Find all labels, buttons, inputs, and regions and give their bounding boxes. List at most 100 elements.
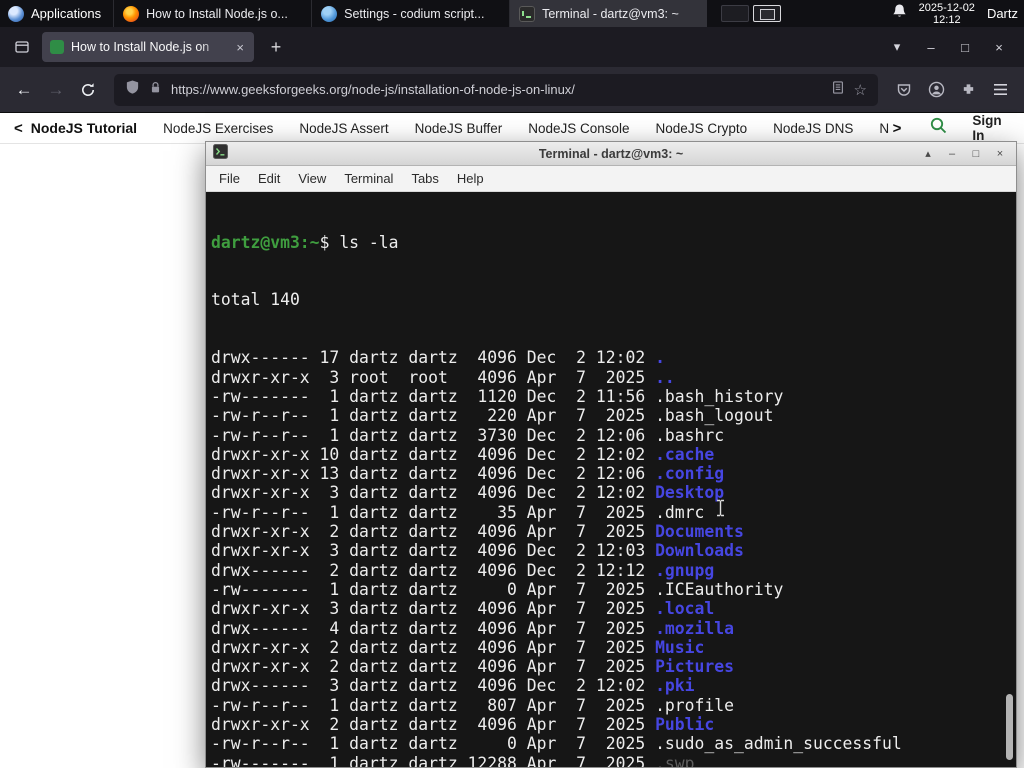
site-nav-link[interactable]: NodeJS Assert	[299, 121, 388, 136]
pocket-icon[interactable]	[888, 74, 920, 106]
geeksforgeeks-favicon	[50, 40, 64, 54]
terminal-close-button[interactable]: ×	[991, 145, 1009, 163]
nav-scroll-right-chevron[interactable]: >	[889, 120, 906, 137]
panel-status-area: 2025-12-02 12:12 Dartz	[892, 0, 1024, 27]
site-nav-link[interactable]: NodeJS Tutorial	[31, 120, 137, 136]
menu-tabs[interactable]: Tabs	[411, 171, 438, 186]
settings-icon	[321, 5, 338, 22]
terminal-output-line: -rw-r--r-- 1 dartz dartz 0 Apr 7 2025 .s…	[211, 734, 902, 754]
reader-mode-icon[interactable]	[831, 80, 845, 100]
terminal-output-line: -rw-r--r-- 1 dartz dartz 807 Apr 7 2025 …	[211, 695, 735, 715]
terminal-titlebar[interactable]: Terminal - dartz@vm3: ~ ▴ – □ ×	[206, 142, 1016, 166]
browser-tab[interactable]: How to Install Node.js on ×	[42, 32, 254, 62]
site-nav-right: > Sign In	[889, 113, 1014, 143]
site-nav-link[interactable]: NodeJS Console	[528, 121, 629, 136]
extensions-puzzle-icon[interactable]	[952, 74, 984, 106]
terminal-output-line: drwxr-xr-x 2 dartz dartz 4096 Apr 7 2025…	[211, 637, 705, 657]
window-maximize-button[interactable]: □	[948, 33, 982, 61]
menu-help[interactable]: Help	[457, 171, 484, 186]
terminal-content[interactable]: dartz@vm3:~$ ls -la total 140 drwx------…	[206, 192, 1016, 767]
clock-date: 2025-12-02	[918, 1, 975, 14]
window-task-list: How to Install Node.js o... Settings - co…	[113, 0, 708, 27]
prompt-command: ls -la	[339, 232, 399, 252]
workspace-cell-active[interactable]	[753, 5, 782, 22]
sign-in-button[interactable]: Sign In	[972, 113, 1014, 143]
applications-label: Applications	[31, 6, 102, 21]
menu-edit[interactable]: Edit	[258, 171, 280, 186]
user-menu[interactable]: Dartz	[987, 6, 1018, 21]
terminal-output-line: drwxr-xr-x 2 dartz dartz 4096 Apr 7 2025…	[211, 657, 735, 677]
site-nav-items: NodeJS Tutorial NodeJS Exercises NodeJS As…	[31, 120, 889, 136]
taskbar-button[interactable]: Settings - codium script...	[311, 0, 509, 27]
terminal-scrollbar-thumb[interactable]	[1006, 694, 1013, 760]
workspace-cell[interactable]	[721, 5, 750, 22]
new-tab-button[interactable]: +	[262, 33, 290, 61]
terminal-output-line: drwx------ 3 dartz dartz 4096 Dec 2 12:0…	[211, 676, 695, 696]
terminal-prompt-line: dartz@vm3:~$ ls -la	[211, 233, 1016, 252]
url-text[interactable]: https://www.geeksforgeeks.org/node-js/in…	[171, 82, 822, 97]
terminal-icon	[519, 5, 536, 22]
taskbar-button-label: Settings - codium script...	[344, 6, 485, 21]
site-nav-link[interactable]: NodeJS Buffer	[415, 121, 503, 136]
terminal-window-icon	[213, 143, 228, 164]
terminal-output-line: drwxr-xr-x 3 root root 4096 Apr 7 2025 .…	[211, 367, 675, 387]
applications-icon	[8, 5, 24, 22]
terminal-output-line: -rw-r--r-- 1 dartz dartz 3730 Dec 2 12:0…	[211, 425, 725, 445]
taskbar-button[interactable]: Terminal - dartz@vm3: ~	[509, 0, 708, 27]
prompt-user-host: dartz@vm3:~	[211, 232, 320, 252]
list-tabs-chevron-icon[interactable]: ▾	[880, 33, 914, 61]
account-icon[interactable]	[920, 74, 952, 106]
taskbar-button[interactable]: How to Install Node.js o...	[113, 0, 311, 27]
terminal-window-controls: ▴ – □ ×	[919, 145, 1009, 163]
tab-close-button[interactable]: ×	[234, 40, 246, 55]
search-icon[interactable]	[929, 116, 948, 140]
terminal-output-line: drwxr-xr-x 13 dartz dartz 4096 Dec 2 12:…	[211, 464, 725, 484]
navigation-toolbar: ← → https://www.geeksforgeeks.org/node-j…	[0, 67, 1024, 113]
site-nav-link[interactable]: NodeJS Exercises	[163, 121, 273, 136]
terminal-output-line: -rw-r--r-- 1 dartz dartz 220 Apr 7 2025 …	[211, 406, 774, 426]
bookmark-star-icon[interactable]: ☆	[854, 81, 867, 99]
terminal-output-line: drwx------ 4 dartz dartz 4096 Apr 7 2025…	[211, 618, 735, 638]
terminal-menubar: File Edit View Terminal Tabs Help	[206, 166, 1016, 192]
terminal-output-line: -rw------- 1 dartz dartz 12288 Apr 7 202…	[211, 753, 695, 767]
terminal-window: Terminal - dartz@vm3: ~ ▴ – □ × File Edi…	[205, 141, 1017, 768]
prompt-symbol: $	[319, 232, 340, 252]
window-close-button[interactable]: ×	[982, 33, 1016, 61]
menu-file[interactable]: File	[219, 171, 240, 186]
forward-button[interactable]: →	[40, 74, 72, 106]
site-nav-link[interactable]: NodeJS Crypto	[656, 121, 748, 136]
menu-view[interactable]: View	[298, 171, 326, 186]
terminal-output-line: drwxr-xr-x 3 dartz dartz 4096 Apr 7 2025…	[211, 599, 715, 619]
lock-icon[interactable]	[149, 80, 162, 100]
taskbar-button-label: How to Install Node.js o...	[146, 6, 288, 21]
window-minimize-button[interactable]: –	[914, 33, 948, 61]
terminal-output: drwx------ 17 dartz dartz 4096 Dec 2 12:…	[211, 348, 1016, 767]
menu-hamburger-icon[interactable]	[984, 74, 1016, 106]
terminal-summary-line: total 140	[211, 290, 300, 310]
site-subnav: < NodeJS Tutorial NodeJS Exercises NodeJS …	[0, 113, 1024, 144]
terminal-output-line: drwx------ 17 dartz dartz 4096 Dec 2 12:…	[211, 348, 665, 368]
terminal-minimize-button[interactable]: –	[943, 145, 961, 163]
workspace-switcher	[717, 0, 785, 27]
menu-terminal[interactable]: Terminal	[344, 171, 393, 186]
nav-scroll-left-chevron[interactable]: <	[10, 120, 27, 137]
terminal-output-line: drwx------ 2 dartz dartz 4096 Dec 2 12:1…	[211, 560, 715, 580]
tracking-shield-icon[interactable]	[125, 79, 140, 100]
reload-button[interactable]	[72, 74, 104, 106]
terminal-output-line: drwxr-xr-x 3 dartz dartz 4096 Dec 2 12:0…	[211, 483, 725, 503]
site-nav-link[interactable]: NodeJS DNS	[773, 121, 853, 136]
site-nav-link[interactable]: Node	[879, 121, 888, 136]
terminal-output-line: -rw------- 1 dartz dartz 1120 Dec 2 11:5…	[211, 386, 784, 406]
terminal-maximize-button[interactable]: □	[967, 145, 985, 163]
clock[interactable]: 2025-12-02 12:12	[919, 2, 975, 26]
tab-bar: How to Install Node.js on × + ▾ – □ ×	[0, 27, 1024, 67]
window-controls: ▾ – □ ×	[880, 33, 1016, 61]
url-bar[interactable]: https://www.geeksforgeeks.org/node-js/in…	[114, 73, 878, 106]
terminal-output-line: drwxr-xr-x 3 dartz dartz 4096 Dec 2 12:0…	[211, 541, 744, 561]
notifications-bell-icon[interactable]	[892, 3, 907, 24]
back-button[interactable]: ←	[8, 74, 40, 106]
terminal-shade-button[interactable]: ▴	[919, 145, 937, 163]
firefox-view-button[interactable]	[8, 33, 36, 61]
applications-menu[interactable]: Applications	[0, 0, 113, 27]
terminal-output-line: drwxr-xr-x 10 dartz dartz 4096 Dec 2 12:…	[211, 444, 715, 464]
